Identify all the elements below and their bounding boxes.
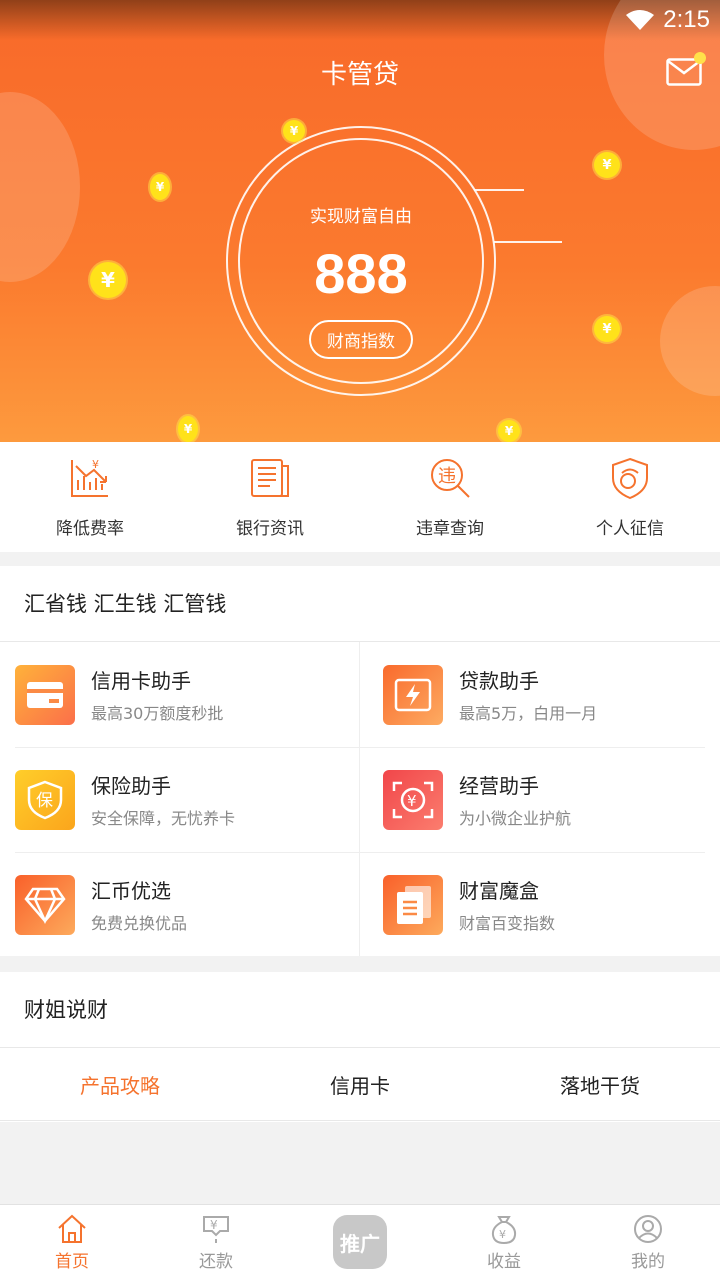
status-time: 2:15	[663, 6, 710, 33]
service-wealth-box[interactable]: 财富魔盒 财富百变指数	[368, 852, 720, 957]
svg-text:¥: ¥	[499, 1228, 506, 1241]
news-title: 财姐说财	[0, 972, 720, 1048]
news-tabs: 产品攻略 信用卡 落地干货	[0, 1048, 720, 1121]
service-title: 财富魔盒	[459, 879, 539, 903]
service-desc: 免费兑换优品	[91, 914, 188, 933]
coin-icon: ¥	[594, 152, 620, 178]
nav-home[interactable]: 首页	[0, 1205, 144, 1280]
decor-bubble	[0, 92, 80, 282]
quick-actions: ¥ 降低费率 银行资讯 违 违章查询 个人征信	[0, 442, 720, 552]
lightning-icon	[383, 664, 443, 725]
service-loan[interactable]: 贷款助手 最高5万，白用一月	[368, 642, 720, 747]
insurance-icon: 保	[15, 769, 75, 830]
status-bar: 2:15	[625, 6, 710, 34]
service-desc: 安全保障，无忧养卡	[91, 809, 236, 828]
coin-icon: ¥	[498, 420, 520, 442]
violation-search-icon: 违	[431, 459, 470, 498]
service-title: 信用卡助手	[91, 669, 191, 693]
tab-credit-card[interactable]: 信用卡	[240, 1048, 480, 1120]
service-desc: 最高5万，白用一月	[459, 704, 598, 723]
service-title: 汇币优选	[91, 879, 171, 903]
wealth-index-button[interactable]: 财商指数	[309, 320, 413, 359]
service-coin-select[interactable]: 汇币优选 免费兑换优品	[0, 852, 360, 957]
tab-practical-tips[interactable]: 落地干货	[480, 1048, 720, 1120]
score-subtitle: 实现财富自由	[310, 207, 412, 227]
service-desc: 财富百变指数	[459, 914, 556, 933]
credit-card-icon	[15, 664, 75, 725]
service-insurance[interactable]: 保 保险助手 安全保障，无忧养卡	[0, 747, 360, 852]
coin-icon: ¥	[90, 262, 126, 298]
promote-icon: 推广	[333, 1215, 387, 1269]
rate-down-icon: ¥	[71, 458, 108, 497]
service-title: 经营助手	[459, 774, 539, 798]
nav-earnings[interactable]: ¥ 收益	[432, 1205, 576, 1280]
services-section: 汇省钱 汇生钱 汇管钱 信用卡助手 最高30万额度秒批 贷款助手 最高5万，白用…	[0, 566, 720, 956]
service-title: 贷款助手	[459, 669, 539, 693]
quick-bank-news[interactable]: 银行资讯	[180, 442, 360, 552]
services-grid: 信用卡助手 最高30万额度秒批 贷款助手 最高5万，白用一月 保 保险助手 安全…	[0, 642, 720, 956]
services-title: 汇省钱 汇生钱 汇管钱	[0, 566, 720, 642]
insurance-glyph: 保	[36, 791, 53, 811]
yuan-glyph: ¥	[407, 792, 417, 810]
coin-icon: ¥	[283, 120, 305, 142]
quick-label: 降低费率	[56, 519, 124, 539]
tab-product-guide[interactable]: 产品攻略	[0, 1048, 240, 1120]
service-desc: 最高30万额度秒批	[91, 704, 224, 723]
app-title: 卡管贷	[320, 60, 399, 90]
ring-decor-line	[494, 241, 562, 243]
wifi-icon	[626, 10, 655, 30]
score-value: 888	[314, 242, 408, 305]
quick-personal-credit[interactable]: 个人征信	[540, 442, 720, 552]
svg-text:违: 违	[438, 466, 456, 487]
quick-label: 个人征信	[596, 519, 664, 539]
notification-dot	[694, 52, 706, 64]
user-icon	[634, 1215, 662, 1243]
svg-text:¥: ¥	[210, 1218, 218, 1232]
service-desc: 为小微企业护航	[459, 809, 572, 828]
quick-violation-search[interactable]: 违 违章查询	[360, 442, 540, 552]
service-credit-card[interactable]: 信用卡助手 最高30万额度秒批	[0, 642, 360, 747]
document-stack-icon	[383, 874, 443, 935]
bottom-nav: 首页 ¥ 还款 推广 ¥ 收益 我的	[0, 1204, 720, 1280]
decor-bubble	[660, 286, 720, 396]
credit-shield-icon	[612, 457, 648, 500]
nav-repay[interactable]: ¥ 还款	[144, 1205, 288, 1280]
money-bag-icon: ¥	[491, 1216, 517, 1245]
coin-icon: ¥	[594, 316, 620, 342]
service-business[interactable]: ¥ 经营助手 为小微企业护航	[368, 747, 720, 852]
nav-label: 我的	[631, 1252, 665, 1272]
diamond-icon	[15, 874, 75, 935]
hero-banner: 2:15 卡管贷 实现财富自由 888 财商指数 ¥ ¥ ¥ ¥ ¥ ¥ ¥	[0, 0, 720, 442]
quick-label: 违章查询	[416, 519, 484, 539]
coin-icon: ¥	[150, 174, 170, 200]
quick-rate-down[interactable]: ¥ 降低费率	[0, 442, 180, 552]
bank-news-icon	[251, 459, 289, 497]
nav-promote[interactable]: 推广	[288, 1205, 432, 1280]
yuan-scan-icon: ¥	[383, 769, 443, 830]
nav-mine[interactable]: 我的	[576, 1205, 720, 1280]
coin-icon: ¥	[178, 416, 198, 442]
quick-label: 银行资讯	[236, 519, 304, 539]
nav-label: 还款	[199, 1252, 233, 1272]
repay-icon: ¥	[203, 1216, 229, 1243]
svg-text:¥: ¥	[92, 458, 99, 471]
home-icon	[58, 1214, 86, 1243]
news-section: 财姐说财 产品攻略 信用卡 落地干货	[0, 972, 720, 1122]
score-panel: 实现财富自由 888 财商指数	[226, 126, 496, 396]
message-button[interactable]	[666, 52, 706, 86]
nav-label: 首页	[55, 1252, 89, 1272]
nav-label: 收益	[487, 1252, 521, 1272]
service-title: 保险助手	[91, 774, 171, 798]
